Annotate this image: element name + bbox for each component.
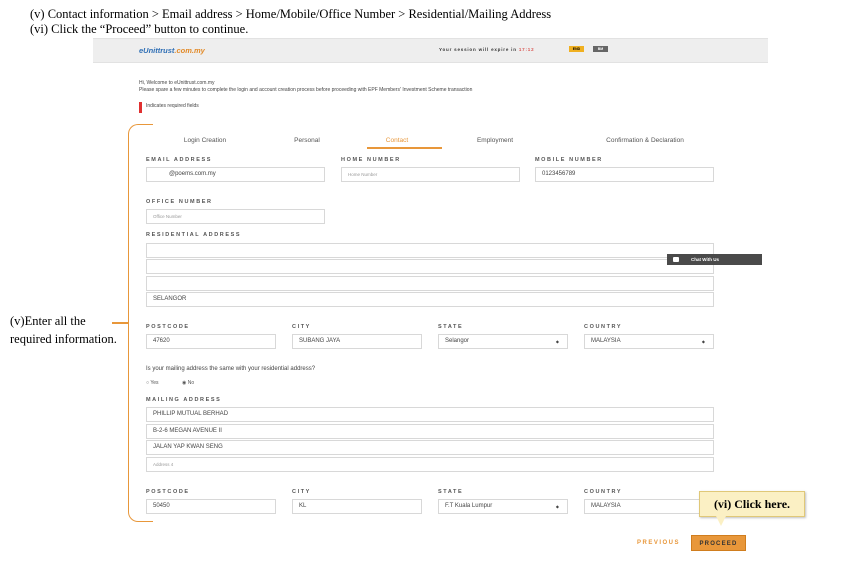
active-tab-underline [367,147,442,149]
residential-address-line-4[interactable]: SELANGOR [146,292,714,307]
required-indicator [139,102,142,113]
site-header: eUnittrust.com.my Your session will expi… [93,38,768,63]
welcome-text: Hi, Welcome to eUnittrust.com.my [139,80,215,86]
chat-label: Chat With Us [691,257,719,262]
chat-icon [673,257,679,262]
annotation-click-here: (vi) Click here. [699,491,805,517]
required-text: Indicates required fields [146,103,199,109]
office-number-field[interactable]: Office Number [146,209,325,224]
residential-address-line-1[interactable] [146,243,714,258]
res-state-label: STATE [438,324,464,330]
tab-confirmation[interactable]: Confirmation & Declaration [570,137,720,144]
annotation-callout-tail [716,516,726,526]
previous-button[interactable]: PREVIOUS [637,540,680,546]
annotation-bracket [128,124,153,522]
instruction-line-2: (vi) Click the “Proceed” button to conti… [30,22,249,36]
res-state-select[interactable]: Selangor [438,334,568,349]
mail-country-select[interactable]: MALAYSIA [584,499,714,514]
radio-no[interactable]: ◉ No [182,380,194,386]
res-country-select[interactable]: MALAYSIA [584,334,714,349]
mailing-address-line-4[interactable]: Address 4 [146,457,714,472]
office-number-label: OFFICE NUMBER [146,199,213,205]
mail-city-label: CITY [292,489,311,495]
session-timer: Your session will expire in 17:12 [439,47,535,52]
same-address-question: Is your mailing address the same with yo… [146,366,316,372]
tab-login-creation[interactable]: Login Creation [160,137,250,144]
annotation-enter-info: (v)Enter all the required information. [10,314,117,346]
residential-address-line-3[interactable] [146,276,714,291]
email-field[interactable]: @poems.com.my [146,167,325,182]
home-number-label: HOME NUMBER [341,157,401,163]
email-label: EMAIL ADDRESS [146,157,213,163]
mailing-address-line-3[interactable]: JALAN YAP KWAN SENG [146,440,714,455]
res-city-field[interactable]: SUBANG JAYA [292,334,422,349]
residential-address-line-2[interactable] [146,259,714,274]
mobile-number-label: MOBILE NUMBER [535,157,603,163]
mailing-address-label: MAILING ADDRESS [146,397,222,403]
mail-city-field[interactable]: KL [292,499,422,514]
residential-address-label: RESIDENTIAL ADDRESS [146,232,242,238]
home-number-field[interactable]: Home Number [341,167,520,182]
mobile-number-field[interactable]: 0123456789 [535,167,714,182]
mail-state-select[interactable]: F.T Kuala Lumpur [438,499,568,514]
res-city-label: CITY [292,324,311,330]
chat-button[interactable]: Chat With Us [667,254,762,265]
tab-contact[interactable]: Contact [352,137,442,144]
res-postcode-field[interactable]: 47620 [146,334,276,349]
mail-country-label: COUNTRY [584,489,623,495]
extend-session-button[interactable]: END [569,46,584,52]
res-country-label: COUNTRY [584,324,623,330]
mail-postcode-field[interactable]: 50450 [146,499,276,514]
proceed-button[interactable]: PROCEED [691,535,746,551]
tab-personal[interactable]: Personal [262,137,352,144]
mailing-address-line-1[interactable]: PHILLIP MUTUAL BERHAD [146,407,714,422]
language-button[interactable]: BM [593,46,608,52]
logo[interactable]: eUnittrust.com.my [139,46,205,55]
instruction-line-1: (v) Contact information > Email address … [30,7,552,21]
mail-state-label: STATE [438,489,464,495]
mailing-address-line-2[interactable]: B-2-6 MEGAN AVENUE II [146,424,714,439]
intro-note: Please spare a few minutes to complete t… [139,87,473,93]
tab-employment[interactable]: Employment [450,137,540,144]
